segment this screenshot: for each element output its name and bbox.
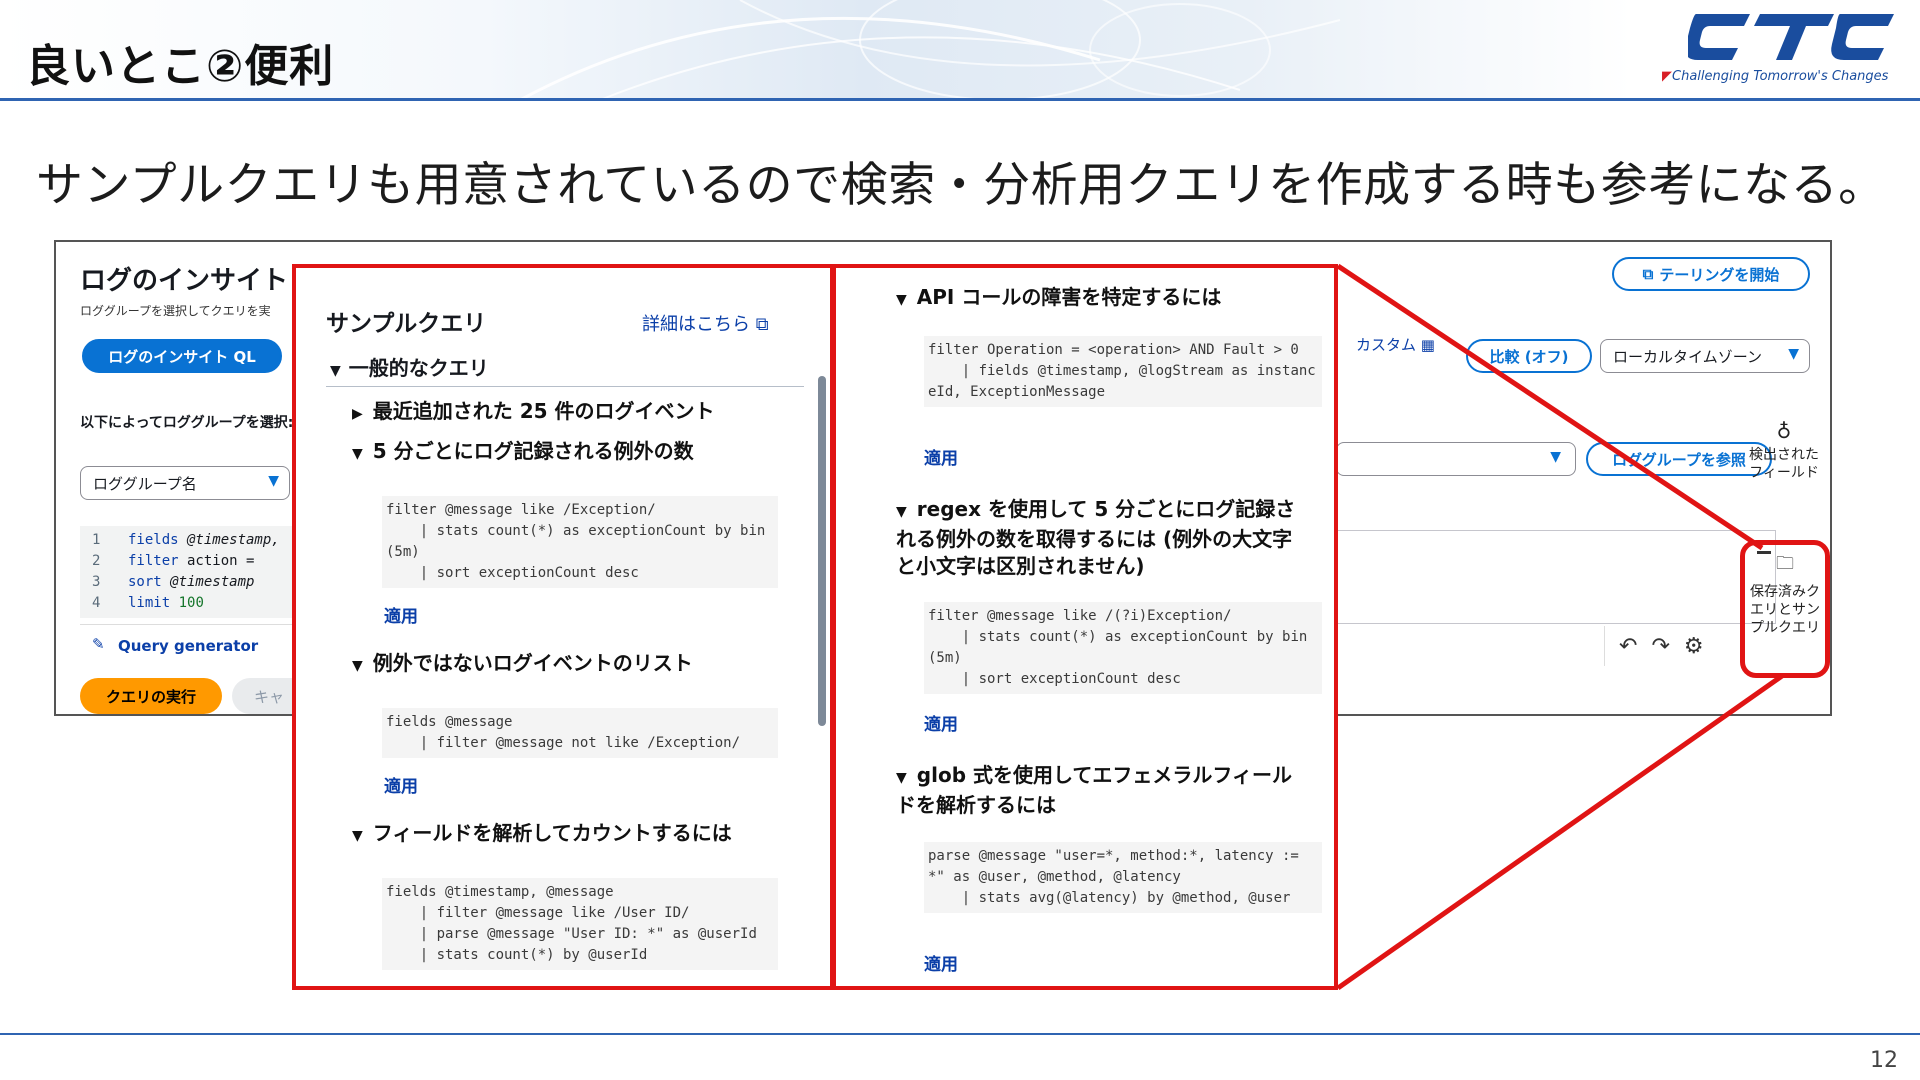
caret-down-icon: ▼ [896, 770, 907, 786]
external-link-icon: ⧉ [755, 314, 769, 335]
page-number: 12 [1870, 1048, 1898, 1073]
query-heading[interactable]: ▼ フィールドを解析してカウントするには [352, 820, 782, 850]
gear-icon[interactable]: ⚙ [1684, 634, 1704, 659]
brand-tagline: ◤Challenging Tomorrow's Changes [1662, 69, 1889, 84]
log-group-input[interactable]: ▼ [1336, 442, 1576, 476]
slide-title: 良いとこ②便利 [26, 41, 335, 92]
header-decoration [519, 0, 1341, 100]
custom-range[interactable]: カスタム ▦ [1356, 334, 1435, 355]
undo-icon[interactable]: ↶ [1619, 634, 1637, 659]
query-code: filter @message like /Exception/ | stats… [382, 496, 778, 588]
ql-tab[interactable]: ログのインサイト QL [82, 339, 282, 373]
divider [326, 386, 804, 387]
caret-down-icon: ▼ [352, 658, 363, 674]
apply-button[interactable]: 適用 [384, 602, 418, 627]
query-item-collapsed[interactable]: ▶ 最近追加された 25 件のログイベント [352, 398, 772, 428]
apply-button[interactable]: 適用 [924, 950, 958, 975]
caret-down-icon: ▼ [352, 446, 363, 462]
timezone-select[interactable]: ローカルタイムゾーン ▼ [1600, 339, 1810, 373]
query-code: filter @message like /(?i)Exception/ | s… [924, 602, 1322, 694]
log-group-select-value: ロググループ名 [93, 475, 197, 493]
lightbulb-icon: ♁ [1776, 419, 1792, 443]
compare-button[interactable]: 比較 (オフ) [1466, 339, 1592, 373]
discovered-fields-tab[interactable]: ♁ 検出されたフィールド [1748, 419, 1820, 482]
query-editor-right[interactable] [1336, 530, 1776, 624]
footer-rule [0, 1033, 1920, 1035]
calendar-icon: ▦ [1420, 336, 1435, 354]
sample-queries-panel-left: サンプルクエリ 詳細はこちら ⧉ ▼ 一般的なクエリ ▶ 最近追加された 25 件の… [292, 264, 834, 990]
console-description: ロググループを選択してクエリを実 [80, 304, 271, 318]
external-link-icon: ⧉ [1642, 265, 1654, 283]
slide-header: 良いとこ②便利 ◤Challenging Tomorrow's Changes [0, 0, 1920, 101]
log-group-select[interactable]: ロググループ名 ▼ [80, 466, 290, 500]
console-title: ログのインサイト [80, 266, 289, 296]
query-heading[interactable]: ▼ regex を使用して 5 分ごとにログ記録される例外の数を取得するには (例… [896, 496, 1306, 580]
ctc-logo [1688, 14, 1894, 60]
caret-right-icon: ▶ [352, 406, 363, 422]
apply-button[interactable]: 適用 [384, 772, 418, 797]
run-query-button[interactable]: クエリの実行 [80, 678, 222, 714]
slide: 良いとこ②便利 ◤Challenging Tomorrow's Changes … [0, 0, 1920, 1080]
sparkle-wand-icon: ✎ [92, 635, 105, 653]
caret-down-icon: ▼ [896, 292, 907, 308]
learn-more-link[interactable]: 詳細はこちら ⧉ [642, 310, 769, 336]
browse-log-groups-button[interactable]: ロググループを参照 [1586, 442, 1772, 476]
slide-subtitle: サンプルクエリも用意されているので検索・分析用クエリを作成する時も参考になる。 [36, 158, 1886, 213]
apply-button[interactable]: 適用 [924, 710, 958, 735]
sample-queries-title: サンプルクエリ [326, 311, 487, 337]
editor-line: 2 filter action = [92, 553, 255, 569]
query-code: fields @timestamp, @message | filter @me… [382, 878, 778, 970]
caret-down-icon: ▼ [1550, 449, 1561, 465]
query-code: fields @message | filter @message not li… [382, 708, 778, 758]
query-editor[interactable]: 1 fields @timestamp, 2 filter action = 3 sort… [80, 526, 320, 618]
sample-queries-panel-right: ▼ API コールの障害を特定するには filter Operation = <o… [832, 264, 1338, 990]
common-queries-group[interactable]: ▼ 一般的なクエリ [330, 352, 489, 381]
start-tailing-button[interactable]: ⧉ テーリングを開始 [1612, 257, 1810, 291]
scrollbar[interactable] [818, 376, 826, 726]
query-code: filter Operation = <operation> AND Fault… [924, 336, 1322, 407]
editor-line: 4 limit 100 [92, 595, 204, 611]
caret-down-icon: ▼ [1788, 346, 1799, 362]
query-code: parse @message "user=*, method:*, latenc… [924, 842, 1322, 913]
query-generator-link[interactable]: ✎ Query generator [80, 624, 320, 670]
query-heading[interactable]: ▼ 5 分ごとにログ記録される例外の数 [352, 438, 782, 468]
apply-button[interactable]: 適用 [924, 444, 958, 469]
redo-icon[interactable]: ↷ [1651, 634, 1669, 659]
caret-down-icon: ▼ [352, 828, 363, 844]
editor-line: 3 sort @timestamp [92, 574, 255, 590]
query-heading[interactable]: ▼ 例外ではないログイベントのリスト [352, 650, 782, 680]
header-rule [0, 98, 1920, 101]
query-heading[interactable]: ▼ glob 式を使用してエフェメラルフィールドを解析するには [896, 762, 1306, 819]
select-label: 以下によってロググループを選択: [80, 415, 294, 431]
caret-down-icon: ▼ [268, 473, 279, 489]
caret-down-icon: ▼ [896, 504, 907, 520]
editor-line: 1 fields @timestamp, [92, 532, 280, 548]
query-heading[interactable]: ▼ API コールの障害を特定するには [896, 284, 1316, 314]
saved-queries-highlight [1740, 540, 1830, 678]
